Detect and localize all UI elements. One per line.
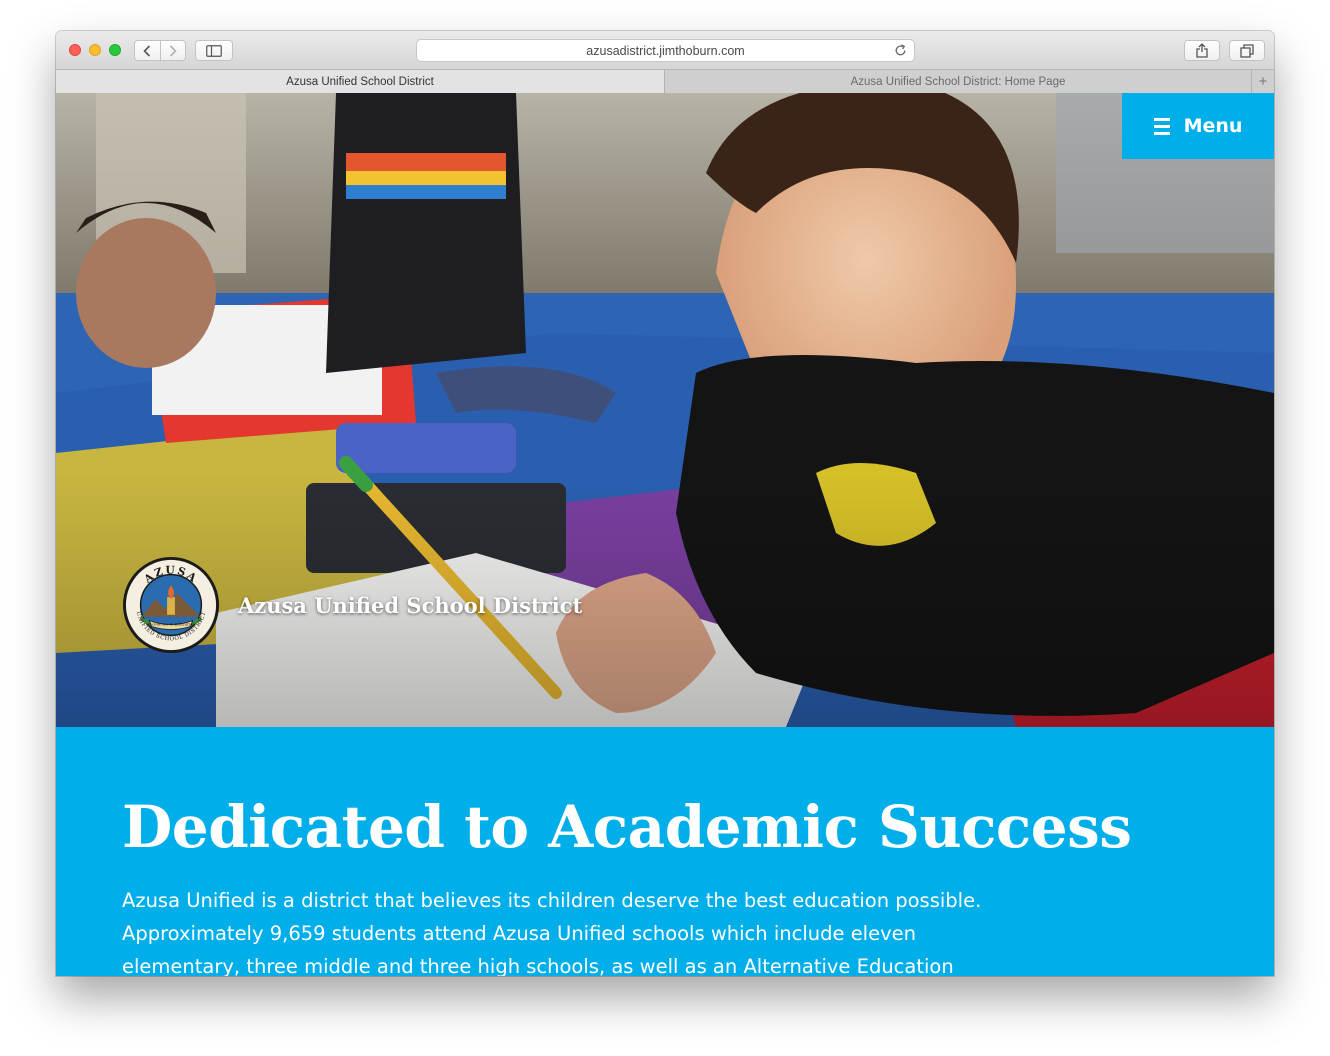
close-window-button[interactable] — [69, 44, 81, 56]
hero-banner: Menu AZUSA UNIFIED SCHOOL DISTRICT Excel… — [56, 93, 1274, 727]
sidebar-icon — [206, 44, 222, 57]
browser-toolbar: azusadistrict.jimthoburn.com — [56, 31, 1274, 70]
district-seal-logo: AZUSA UNIFIED SCHOOL DISTRICT Excellence… — [122, 556, 220, 654]
plus-icon: + — [1258, 73, 1268, 90]
tab-active[interactable]: Azusa Unified School District — [56, 70, 665, 93]
minimize-window-button[interactable] — [89, 44, 101, 56]
site-name: Azusa Unified School District — [238, 592, 583, 618]
share-icon — [1196, 43, 1208, 58]
back-icon — [143, 44, 151, 57]
new-tab-button[interactable]: + — [1251, 70, 1274, 93]
browser-window: azusadistrict.jimthoburn.com Azusa Unifi… — [56, 31, 1274, 976]
menu-label: Menu — [1183, 115, 1243, 137]
tab-title: Azusa Unified School District: Home Page — [850, 75, 1066, 88]
back-button[interactable] — [135, 41, 160, 60]
tab-overview-button[interactable] — [1229, 40, 1265, 61]
hamburger-icon — [1153, 117, 1170, 135]
share-button[interactable] — [1184, 40, 1220, 61]
tab-title: Azusa Unified School District — [286, 75, 434, 88]
tab-inactive[interactable]: Azusa Unified School District: Home Page — [665, 70, 1251, 93]
menu-button[interactable]: Menu — [1122, 93, 1274, 159]
tabs-overview-icon — [1240, 43, 1254, 58]
url-text: azusadistrict.jimthoburn.com — [586, 43, 745, 58]
zoom-window-button[interactable] — [109, 44, 121, 56]
forward-icon — [169, 44, 177, 57]
sidebar-button[interactable] — [195, 40, 233, 61]
address-bar[interactable]: azusadistrict.jimthoburn.com — [416, 39, 915, 62]
svg-text:Excellence in Education: Excellence in Education — [146, 622, 195, 627]
tab-bar: Azusa Unified School District Azusa Unif… — [56, 70, 1274, 94]
intro-paragraph: Azusa Unified is a district that believe… — [122, 889, 982, 976]
site-brand[interactable]: AZUSA UNIFIED SCHOOL DISTRICT Excellence… — [122, 556, 582, 654]
history-navigation — [134, 40, 186, 61]
forward-button[interactable] — [159, 41, 186, 60]
page-headline: Dedicated to Academic Success — [122, 793, 1132, 861]
intro-section: Dedicated to Academic Success Azusa Unif… — [56, 727, 1274, 976]
reload-icon[interactable] — [894, 44, 907, 57]
